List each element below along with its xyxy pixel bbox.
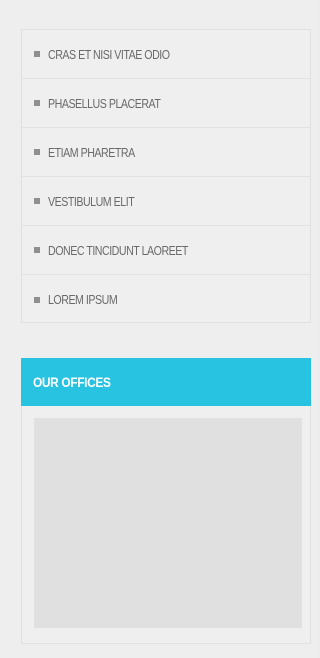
menu-item-cras-et-nisi-vitae-odio[interactable]: CRAS ET NISI VITAE ODIO (22, 30, 310, 79)
square-bullet-icon (34, 198, 40, 204)
offices-header: OUR OFFICES (21, 358, 311, 406)
sidebar-menu: CRAS ET NISI VITAE ODIO PHASELLUS PLACER… (21, 29, 311, 323)
menu-item-phasellus-placerat[interactable]: PHASELLUS PLACERAT (22, 79, 310, 128)
square-bullet-icon (34, 100, 40, 106)
menu-item-label: ETIAM PHARETRA (48, 144, 135, 160)
menu-item-lorem-ipsum[interactable]: LOREM IPSUM (22, 275, 310, 324)
menu-item-label: DONEC TINCIDUNT LAOREET (48, 242, 188, 258)
menu-item-donec-tincidunt-laoreet[interactable]: DONEC TINCIDUNT LAOREET (22, 226, 310, 275)
menu-item-label: CRAS ET NISI VITAE ODIO (48, 46, 170, 62)
map-placeholder[interactable] (34, 418, 302, 628)
menu-list: CRAS ET NISI VITAE ODIO PHASELLUS PLACER… (22, 30, 310, 324)
menu-item-label: PHASELLUS PLACERAT (48, 95, 161, 111)
square-bullet-icon (34, 247, 40, 253)
menu-item-label: VESTIBULUM ELIT (48, 193, 135, 209)
offices-title: OUR OFFICES (33, 374, 111, 390)
offices-body (21, 406, 311, 644)
square-bullet-icon (34, 296, 40, 303)
offices-widget: OUR OFFICES (21, 358, 311, 644)
menu-item-vestibulum-elit[interactable]: VESTIBULUM ELIT (22, 177, 310, 226)
square-bullet-icon (34, 149, 40, 155)
menu-item-label: LOREM IPSUM (48, 292, 118, 307)
page: CRAS ET NISI VITAE ODIO PHASELLUS PLACER… (0, 0, 318, 658)
square-bullet-icon (34, 51, 40, 57)
menu-item-etiam-pharetra[interactable]: ETIAM PHARETRA (22, 128, 310, 177)
